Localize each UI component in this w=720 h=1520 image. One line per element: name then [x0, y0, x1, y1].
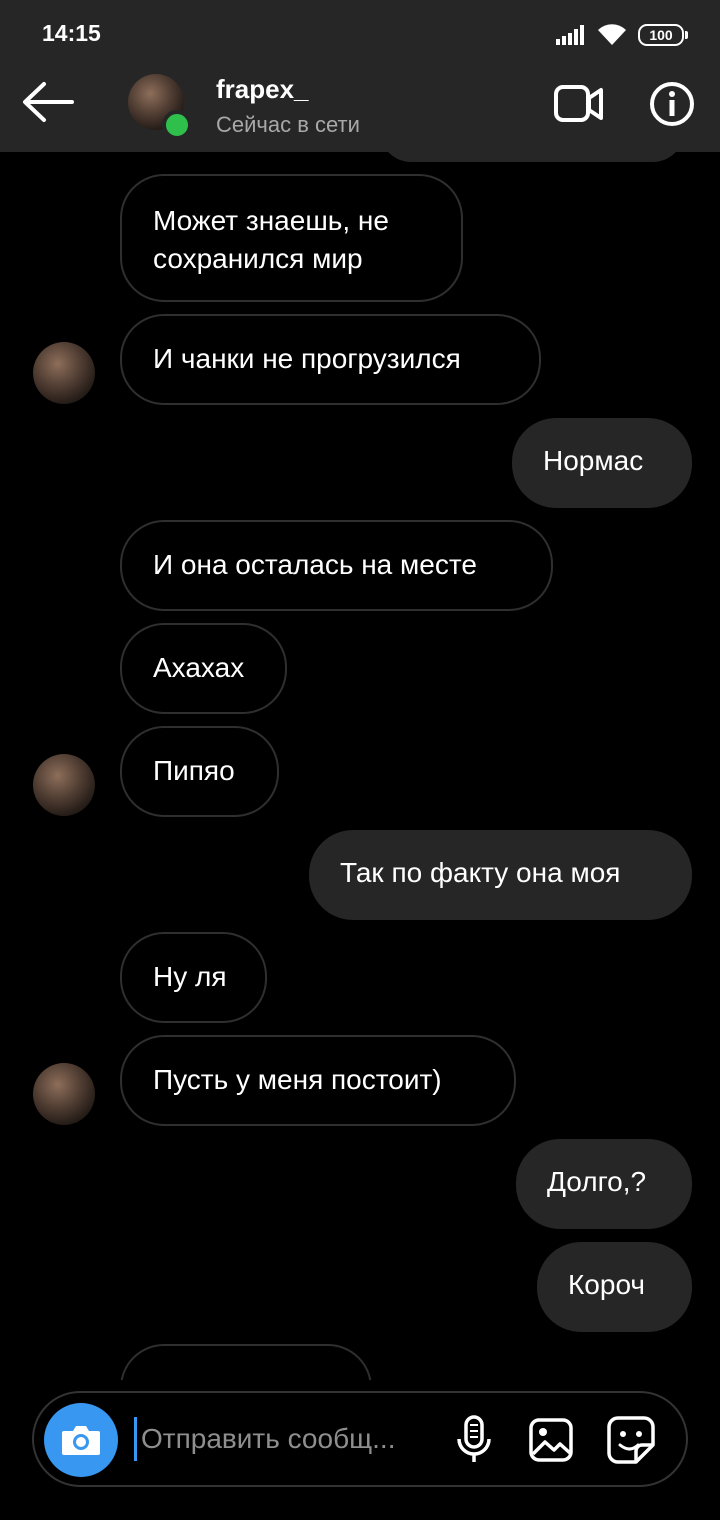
video-call-icon[interactable]: [553, 82, 605, 126]
info-icon[interactable]: [648, 80, 696, 128]
message-text: Ну ля: [153, 961, 227, 992]
message-bubble-outgoing[interactable]: Короч: [537, 1242, 692, 1332]
camera-button[interactable]: [44, 1403, 118, 1477]
message-bubble-outgoing[interactable]: Нормас: [512, 418, 692, 508]
chat-username[interactable]: frapex_: [216, 74, 309, 105]
message-bubble-incoming[interactable]: И она осталась на месте: [120, 520, 553, 611]
message-bubble-incoming[interactable]: Пусть у меня постоит): [120, 1035, 516, 1126]
message-bubble-incoming-partial[interactable]: [120, 1344, 372, 1380]
message-text: Долго,?: [547, 1166, 647, 1197]
message-text: И она осталась на месте: [153, 549, 477, 580]
message-text: Ахахах: [153, 652, 245, 683]
message-text: Так по факту она моя: [340, 857, 621, 888]
message-text: Короч: [568, 1269, 645, 1300]
battery-icon: 100: [638, 24, 688, 46]
message-bubble-incoming[interactable]: Пипяо: [120, 726, 279, 817]
contact-avatar[interactable]: [33, 1063, 95, 1125]
status-icons: 100: [556, 22, 688, 48]
presence-status: Сейчас в сети: [216, 112, 360, 137]
message-input[interactable]: [134, 1417, 441, 1461]
online-indicator: [162, 110, 192, 140]
camera-icon: [62, 1426, 100, 1455]
message-bubble-incoming[interactable]: Ахахах: [120, 623, 287, 714]
message-text: Может знаешь, не сохранился мир: [153, 205, 389, 274]
message-bubble-incoming[interactable]: Может знаешь, не сохранился мир: [120, 174, 463, 302]
microphone-icon[interactable]: [454, 1415, 494, 1465]
battery-level: 100: [649, 27, 673, 43]
message-bubble-outgoing[interactable]: Долго,?: [516, 1139, 692, 1229]
message-text: Пусть у меня постоит): [153, 1064, 442, 1095]
status-time: 14:15: [42, 20, 101, 46]
wifi-icon: [598, 24, 626, 45]
contact-avatar[interactable]: [33, 754, 95, 816]
message-text: И чанки не прогрузился: [153, 343, 461, 374]
message-bubble-outgoing[interactable]: Так по факту она моя: [309, 830, 692, 920]
message-bubble-incoming[interactable]: И чанки не прогрузился: [120, 314, 541, 405]
chat-header: frapex_ Сейчас в сети: [0, 68, 720, 152]
message-composer: [32, 1391, 688, 1487]
message-text: Нормас: [543, 445, 644, 476]
contact-avatar[interactable]: [33, 342, 95, 404]
gallery-icon[interactable]: [528, 1417, 574, 1463]
back-arrow-icon[interactable]: [20, 80, 76, 124]
status-bar: 14:15 100: [0, 0, 720, 68]
message-list[interactable]: Может знаешь, не сохранился мир И чанки …: [0, 0, 720, 1380]
signal-icon: [556, 25, 584, 45]
message-text: Пипяо: [153, 755, 235, 786]
message-bubble-incoming[interactable]: Ну ля: [120, 932, 267, 1023]
sticker-icon[interactable]: [606, 1415, 656, 1465]
